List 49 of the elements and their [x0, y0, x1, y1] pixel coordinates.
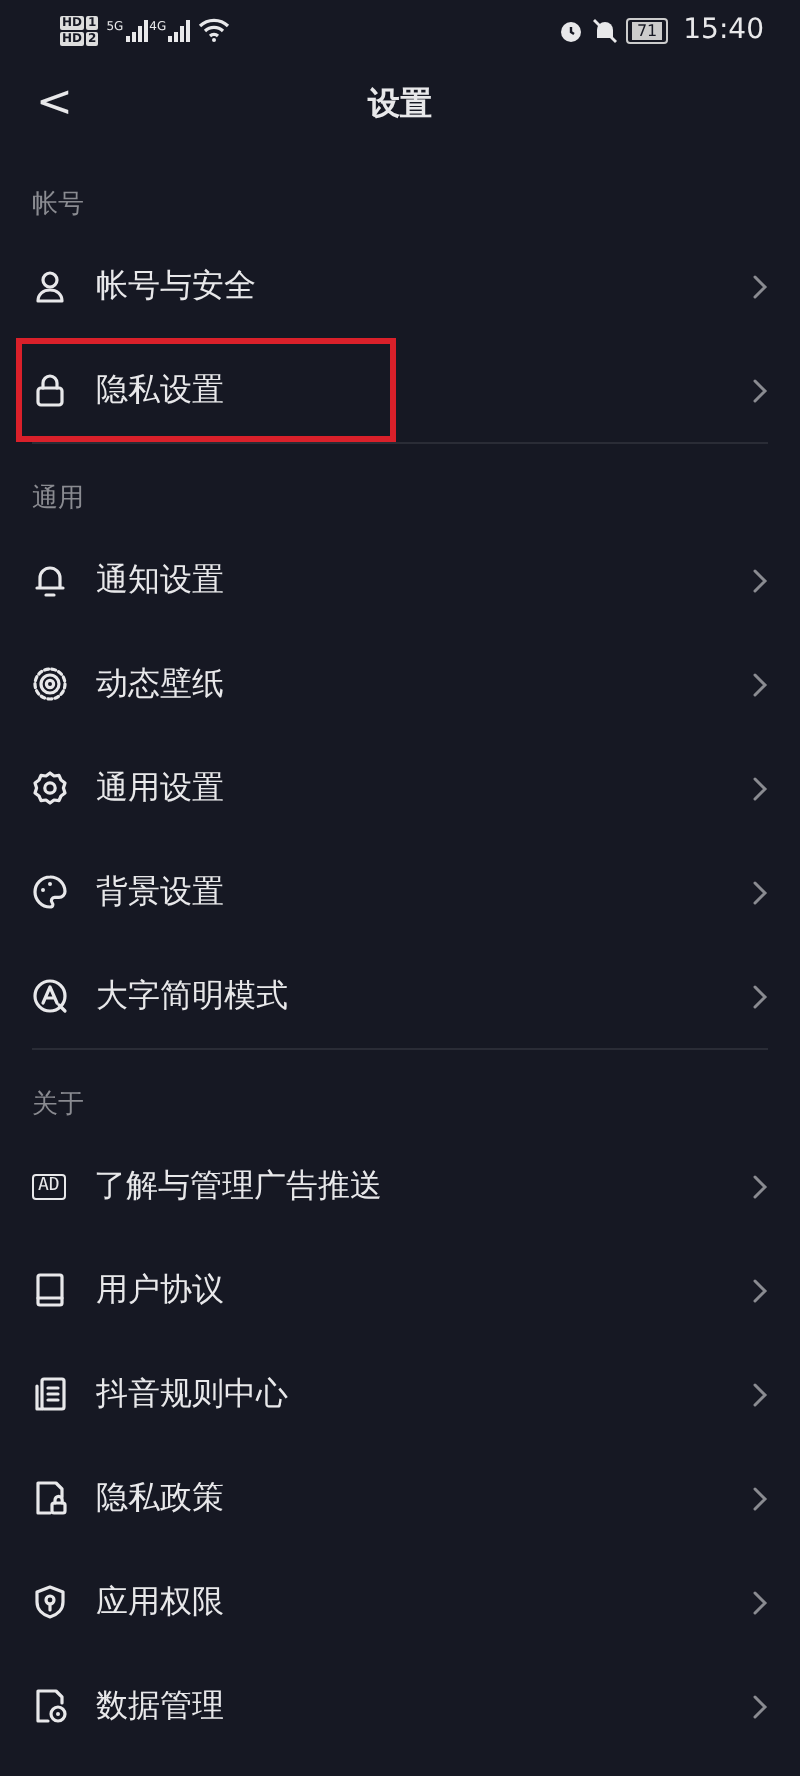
shield-icon	[32, 1584, 68, 1620]
page-title: 设置	[368, 83, 432, 125]
clock-time: 15:40	[683, 14, 764, 46]
chevron-right-icon	[752, 1173, 768, 1199]
chevron-right-icon	[752, 1381, 768, 1407]
chevron-right-icon	[752, 1485, 768, 1511]
setting-label[interactable]: 应用权限	[96, 1581, 224, 1623]
book-icon	[32, 1272, 68, 1308]
lock-icon	[32, 372, 68, 408]
chevron-right-icon	[752, 879, 768, 905]
letter-circle-icon	[32, 978, 68, 1014]
alarm-icon	[558, 17, 585, 43]
setting-label[interactable]: 通知设置	[96, 559, 224, 601]
setting-label[interactable]: 抖音规则中心	[96, 1373, 288, 1415]
document-gear-icon	[32, 1688, 68, 1724]
chevron-right-icon	[752, 377, 768, 403]
document-icon	[32, 1376, 68, 1412]
chevron-right-icon	[752, 775, 768, 801]
setting-label[interactable]: 帐号与安全	[96, 265, 256, 307]
section-title: 关于	[32, 1088, 84, 1122]
setting-label[interactable]: 用户协议	[96, 1269, 224, 1311]
chevron-right-icon	[752, 671, 768, 697]
setting-label[interactable]: 背景设置	[96, 871, 224, 913]
chevron-right-icon	[752, 1589, 768, 1615]
setting-label[interactable]: 大字简明模式	[96, 975, 288, 1017]
setting-label[interactable]: 通用设置	[96, 767, 224, 809]
target-icon	[32, 666, 68, 702]
settings-icon	[32, 770, 68, 806]
muted-bell-icon	[592, 17, 619, 43]
setting-label[interactable]: 数据管理	[96, 1685, 224, 1727]
document-lock-icon	[32, 1480, 68, 1516]
chevron-right-icon	[752, 983, 768, 1009]
ad-icon: AD	[32, 1173, 66, 1199]
bell-icon	[32, 562, 68, 598]
chevron-right-icon	[752, 1693, 768, 1719]
setting-label[interactable]: 动态壁纸	[96, 663, 224, 705]
chevron-right-icon	[752, 273, 768, 299]
back-button[interactable]: <	[28, 78, 81, 128]
person-icon	[32, 268, 68, 304]
palette-icon	[32, 874, 68, 910]
battery-icon: 71	[626, 17, 668, 43]
setting-label[interactable]: 了解与管理广告推送	[93, 1165, 382, 1207]
setting-label[interactable]: 隐私设置	[96, 369, 224, 411]
setting-label[interactable]: 隐私政策	[96, 1477, 224, 1519]
wifi-icon	[198, 18, 231, 42]
chevron-right-icon	[752, 1277, 768, 1303]
section-title: 帐号	[32, 188, 84, 222]
section-title: 通用	[32, 482, 84, 516]
chevron-right-icon	[752, 567, 768, 593]
